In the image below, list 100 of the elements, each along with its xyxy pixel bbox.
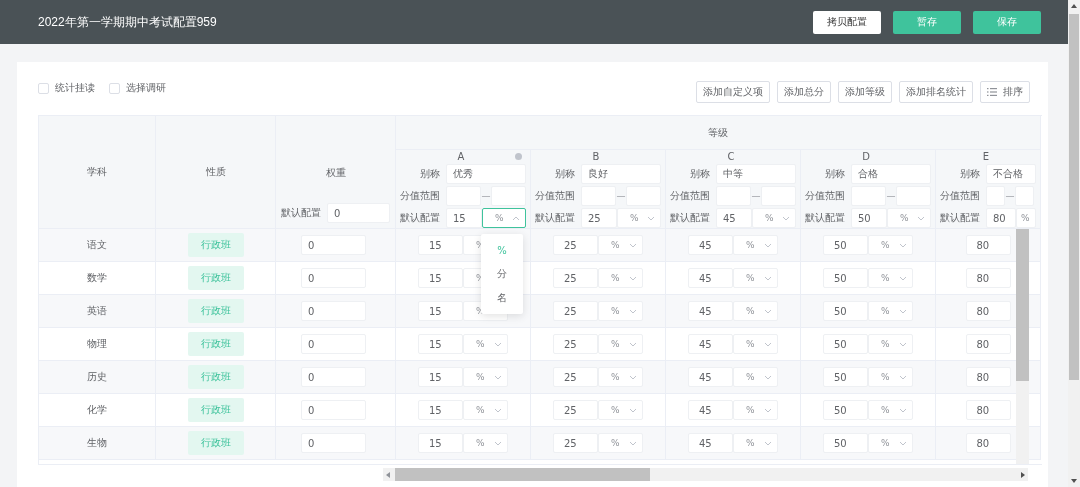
input-field[interactable]: 15 (418, 367, 463, 387)
input-field[interactable]: 45 (688, 433, 733, 453)
header-button[interactable]: 拷贝配置 (813, 10, 881, 34)
select-field[interactable]: % (868, 433, 913, 453)
input-field[interactable]: 80 (965, 334, 1011, 354)
input-field[interactable]: 80 (965, 433, 1011, 453)
select-field[interactable]: % (463, 367, 508, 387)
input-field[interactable]: 0 (301, 400, 366, 420)
select-field[interactable]: % (598, 367, 643, 387)
toolbar-button[interactable]: 添加排名统计 (899, 81, 973, 103)
checkbox-label[interactable]: 选择调研 (126, 81, 166, 95)
input-field[interactable]: 25 (581, 208, 617, 228)
dot-icon[interactable] (515, 153, 522, 160)
select-field[interactable]: % (887, 208, 931, 228)
sort-button[interactable]: 排序 (980, 81, 1030, 103)
input-field[interactable]: 45 (716, 208, 752, 228)
select-field[interactable]: % (598, 268, 643, 288)
down-arrow-icon[interactable] (1071, 479, 1077, 483)
input-field[interactable]: 25 (553, 400, 598, 420)
select-field[interactable]: % (598, 400, 643, 420)
input-field[interactable]: 45 (688, 334, 733, 354)
input-field[interactable]: 50 (823, 367, 868, 387)
select-field[interactable]: % (463, 433, 508, 453)
input-field[interactable]: 0 (301, 367, 366, 387)
input-field[interactable]: 25 (553, 367, 598, 387)
toolbar-button[interactable]: 添加自定义项 (696, 81, 770, 103)
input-field[interactable]: 45 (688, 400, 733, 420)
scroll-thumb[interactable] (395, 468, 650, 481)
input-field[interactable]: 25 (553, 301, 598, 321)
select-field[interactable]: % (598, 334, 643, 354)
input-field[interactable]: 合格 (851, 164, 931, 184)
select-field[interactable]: % (598, 301, 643, 321)
input-field[interactable]: 80 (965, 301, 1011, 321)
input-field[interactable]: 45 (688, 301, 733, 321)
right-arrow-icon[interactable] (1021, 471, 1025, 478)
select-field[interactable]: % (868, 268, 913, 288)
select-field[interactable]: % (482, 208, 526, 228)
input-field[interactable]: 50 (823, 268, 868, 288)
input-field[interactable]: 中等 (716, 164, 796, 184)
input-field[interactable]: 25 (553, 433, 598, 453)
vertical-scrollbar[interactable] (1068, 0, 1080, 487)
input-field[interactable]: 0 (301, 301, 366, 321)
input-field[interactable]: 良好 (581, 164, 661, 184)
input-field[interactable]: 15 (418, 235, 463, 255)
input-field[interactable]: 25 (553, 268, 598, 288)
input-field[interactable]: 15 (446, 208, 482, 228)
select-field[interactable]: % (463, 334, 508, 354)
input-field[interactable]: 25 (553, 235, 598, 255)
select-field[interactable]: % (752, 208, 796, 228)
input-field[interactable]: 不合格 (986, 164, 1036, 184)
input-field[interactable]: 80 (965, 268, 1011, 288)
toolbar-button[interactable]: 添加总分 (777, 81, 831, 103)
select-field[interactable]: % (463, 400, 508, 420)
select-field[interactable]: % (868, 235, 913, 255)
input-field[interactable]: 0 (301, 334, 366, 354)
select-field[interactable]: % (617, 208, 661, 228)
select-field[interactable]: % (733, 334, 778, 354)
input-field[interactable]: 15 (418, 400, 463, 420)
input-field[interactable]: 50 (823, 433, 868, 453)
input-field[interactable]: 50 (823, 400, 868, 420)
input-field[interactable]: 15 (418, 334, 463, 354)
select-field[interactable]: % (733, 400, 778, 420)
select-field[interactable]: % (733, 433, 778, 453)
input-field[interactable]: 45 (688, 235, 733, 255)
input-field[interactable]: 25 (553, 334, 598, 354)
select-field[interactable]: % (733, 367, 778, 387)
input-field[interactable]: 0 (327, 203, 390, 223)
left-arrow-icon[interactable] (386, 471, 390, 478)
input-field[interactable]: 优秀 (446, 164, 526, 184)
input-field[interactable]: 45 (688, 367, 733, 387)
select-field[interactable]: % (868, 400, 913, 420)
checkbox-label[interactable]: 统计挂读 (55, 81, 95, 95)
scroll-thumb[interactable] (1016, 229, 1029, 381)
select-field[interactable]: % (733, 301, 778, 321)
toolbar-button[interactable]: 添加等级 (838, 81, 892, 103)
select-field[interactable]: % (868, 301, 913, 321)
select-field[interactable]: % (868, 334, 913, 354)
vertical-scrollbar[interactable] (1016, 229, 1029, 464)
select-field[interactable]: % (598, 235, 643, 255)
input-field[interactable]: 80 (965, 367, 1011, 387)
input-field[interactable]: 80 (965, 235, 1011, 255)
checkbox[interactable] (109, 82, 120, 94)
input-field[interactable]: 50 (823, 235, 868, 255)
dropdown-option[interactable]: 分 (481, 262, 523, 286)
select-field[interactable]: % (733, 235, 778, 255)
select-field[interactable]: % (1016, 208, 1036, 228)
checkbox[interactable] (38, 82, 49, 94)
input-field[interactable]: 45 (688, 268, 733, 288)
input-field[interactable]: 0 (301, 235, 366, 255)
input-field[interactable]: 0 (301, 268, 366, 288)
input-field[interactable]: 15 (418, 301, 463, 321)
input-field[interactable]: 50 (823, 334, 868, 354)
input-field[interactable]: 50 (823, 301, 868, 321)
input-field[interactable]: 80 (986, 208, 1016, 228)
input-field[interactable]: 0 (301, 433, 366, 453)
up-arrow-icon[interactable] (1071, 4, 1077, 8)
input-field[interactable]: 50 (851, 208, 887, 228)
input-field[interactable]: 80 (965, 400, 1011, 420)
input-field[interactable]: 15 (418, 433, 463, 453)
select-field[interactable]: % (868, 367, 913, 387)
